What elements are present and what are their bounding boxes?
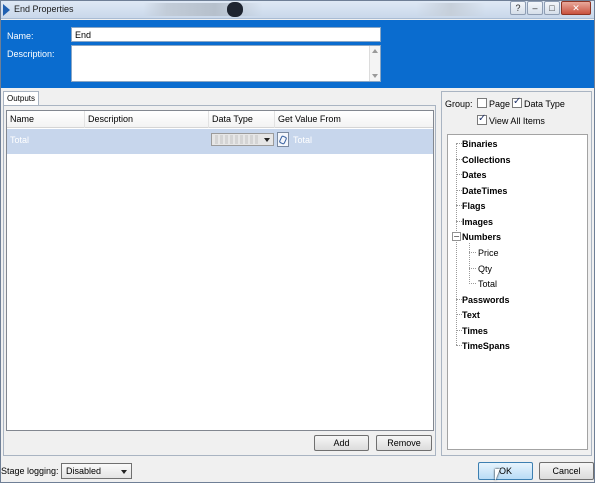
row-name-cell[interactable]: Total (10, 135, 29, 145)
data-type-value (215, 135, 259, 144)
help-button[interactable]: ? (510, 1, 526, 15)
window-title: End Properties (14, 4, 74, 14)
description-scrollbar[interactable] (369, 46, 380, 81)
blurred-region (416, 3, 486, 16)
stage-logging-dropdown[interactable]: Disabled (61, 463, 132, 479)
tree-item-datetimes[interactable]: DateTimes (462, 186, 507, 196)
chevron-down-icon (121, 470, 127, 474)
tree-item-total[interactable]: Total (478, 279, 497, 289)
view-all-checkbox-label: View All Items (489, 116, 545, 126)
maximize-button[interactable]: □ (544, 1, 560, 15)
description-label: Description: (7, 49, 55, 59)
scroll-up-icon[interactable] (372, 49, 378, 53)
tree-guide-line (469, 268, 476, 269)
end-properties-window: End Properties ? – □ ✕ Name: End Descrip… (0, 0, 595, 483)
stage-logging-value: Disabled (66, 466, 102, 476)
grid-header: Name Description Data Type Get Value Fro… (7, 111, 433, 128)
data-items-tree: Binaries Collections Dates DateTimes Fla… (447, 134, 588, 450)
page-checkbox[interactable] (477, 98, 487, 108)
scroll-down-icon[interactable] (372, 74, 378, 78)
column-header-name[interactable]: Name (7, 111, 85, 128)
name-input[interactable]: End (71, 27, 381, 42)
outputs-grid: Name Description Data Type Get Value Fro… (6, 110, 434, 431)
data-type-dropdown[interactable] (211, 133, 274, 146)
view-all-checkbox[interactable] (477, 113, 487, 125)
app-icon (3, 4, 10, 16)
get-value-picker-button[interactable] (277, 132, 289, 147)
title-bar: End Properties ? – □ ✕ (1, 1, 594, 19)
table-row[interactable]: Total Total (7, 129, 433, 154)
column-header-description[interactable]: Description (85, 111, 209, 128)
tree-item-text[interactable]: Text (462, 310, 480, 320)
name-label: Name: (7, 31, 34, 41)
tree-item-flags[interactable]: Flags (462, 201, 486, 211)
tree-item-qty[interactable]: Qty (478, 264, 492, 274)
blurred-region (227, 2, 243, 17)
page-checkbox-label: Page (489, 99, 511, 109)
row-get-value-from-cell[interactable]: Total (293, 135, 312, 145)
blurred-region (143, 3, 263, 16)
tree-item-collections[interactable]: Collections (462, 155, 511, 165)
link-icon (278, 135, 288, 145)
tree-item-passwords[interactable]: Passwords (462, 295, 510, 305)
tab-outputs[interactable]: Outputs (3, 91, 39, 106)
collapse-icon[interactable]: − (452, 232, 461, 241)
tree-item-timespans[interactable]: TimeSpans (462, 341, 510, 351)
cancel-button[interactable]: Cancel (539, 462, 594, 480)
remove-button[interactable]: Remove (376, 435, 432, 451)
outputs-panel: Name Description Data Type Get Value Fro… (3, 105, 436, 456)
tree-guide-line (469, 252, 476, 253)
data-type-checkbox[interactable] (512, 96, 522, 108)
minimize-button[interactable]: – (527, 1, 543, 15)
tree-item-price[interactable]: Price (478, 248, 499, 258)
description-input[interactable] (71, 45, 381, 82)
close-button[interactable]: ✕ (561, 1, 591, 15)
group-label: Group: (445, 99, 473, 109)
tree-guide-line (469, 243, 470, 284)
tree-item-times[interactable]: Times (462, 326, 488, 336)
mouse-cursor-icon (495, 469, 500, 481)
data-type-checkbox-label: Data Type (524, 99, 565, 109)
stage-logging-label: Stage logging: (1, 466, 59, 476)
column-header-get-value-from[interactable]: Get Value From (275, 111, 433, 128)
data-items-panel: Group: Page Data Type View All Items Bin… (441, 91, 592, 456)
tree-item-binaries[interactable]: Binaries (462, 139, 498, 149)
tree-item-images[interactable]: Images (462, 217, 493, 227)
tree-guide-line (469, 283, 476, 284)
properties-header: Name: End Description: (1, 20, 594, 88)
add-button[interactable]: Add (314, 435, 369, 451)
tree-item-dates[interactable]: Dates (462, 170, 487, 180)
ok-button[interactable]: OK (478, 462, 533, 480)
tree-item-numbers[interactable]: Numbers (462, 232, 501, 242)
chevron-down-icon (264, 138, 270, 142)
column-header-data-type[interactable]: Data Type (209, 111, 275, 128)
